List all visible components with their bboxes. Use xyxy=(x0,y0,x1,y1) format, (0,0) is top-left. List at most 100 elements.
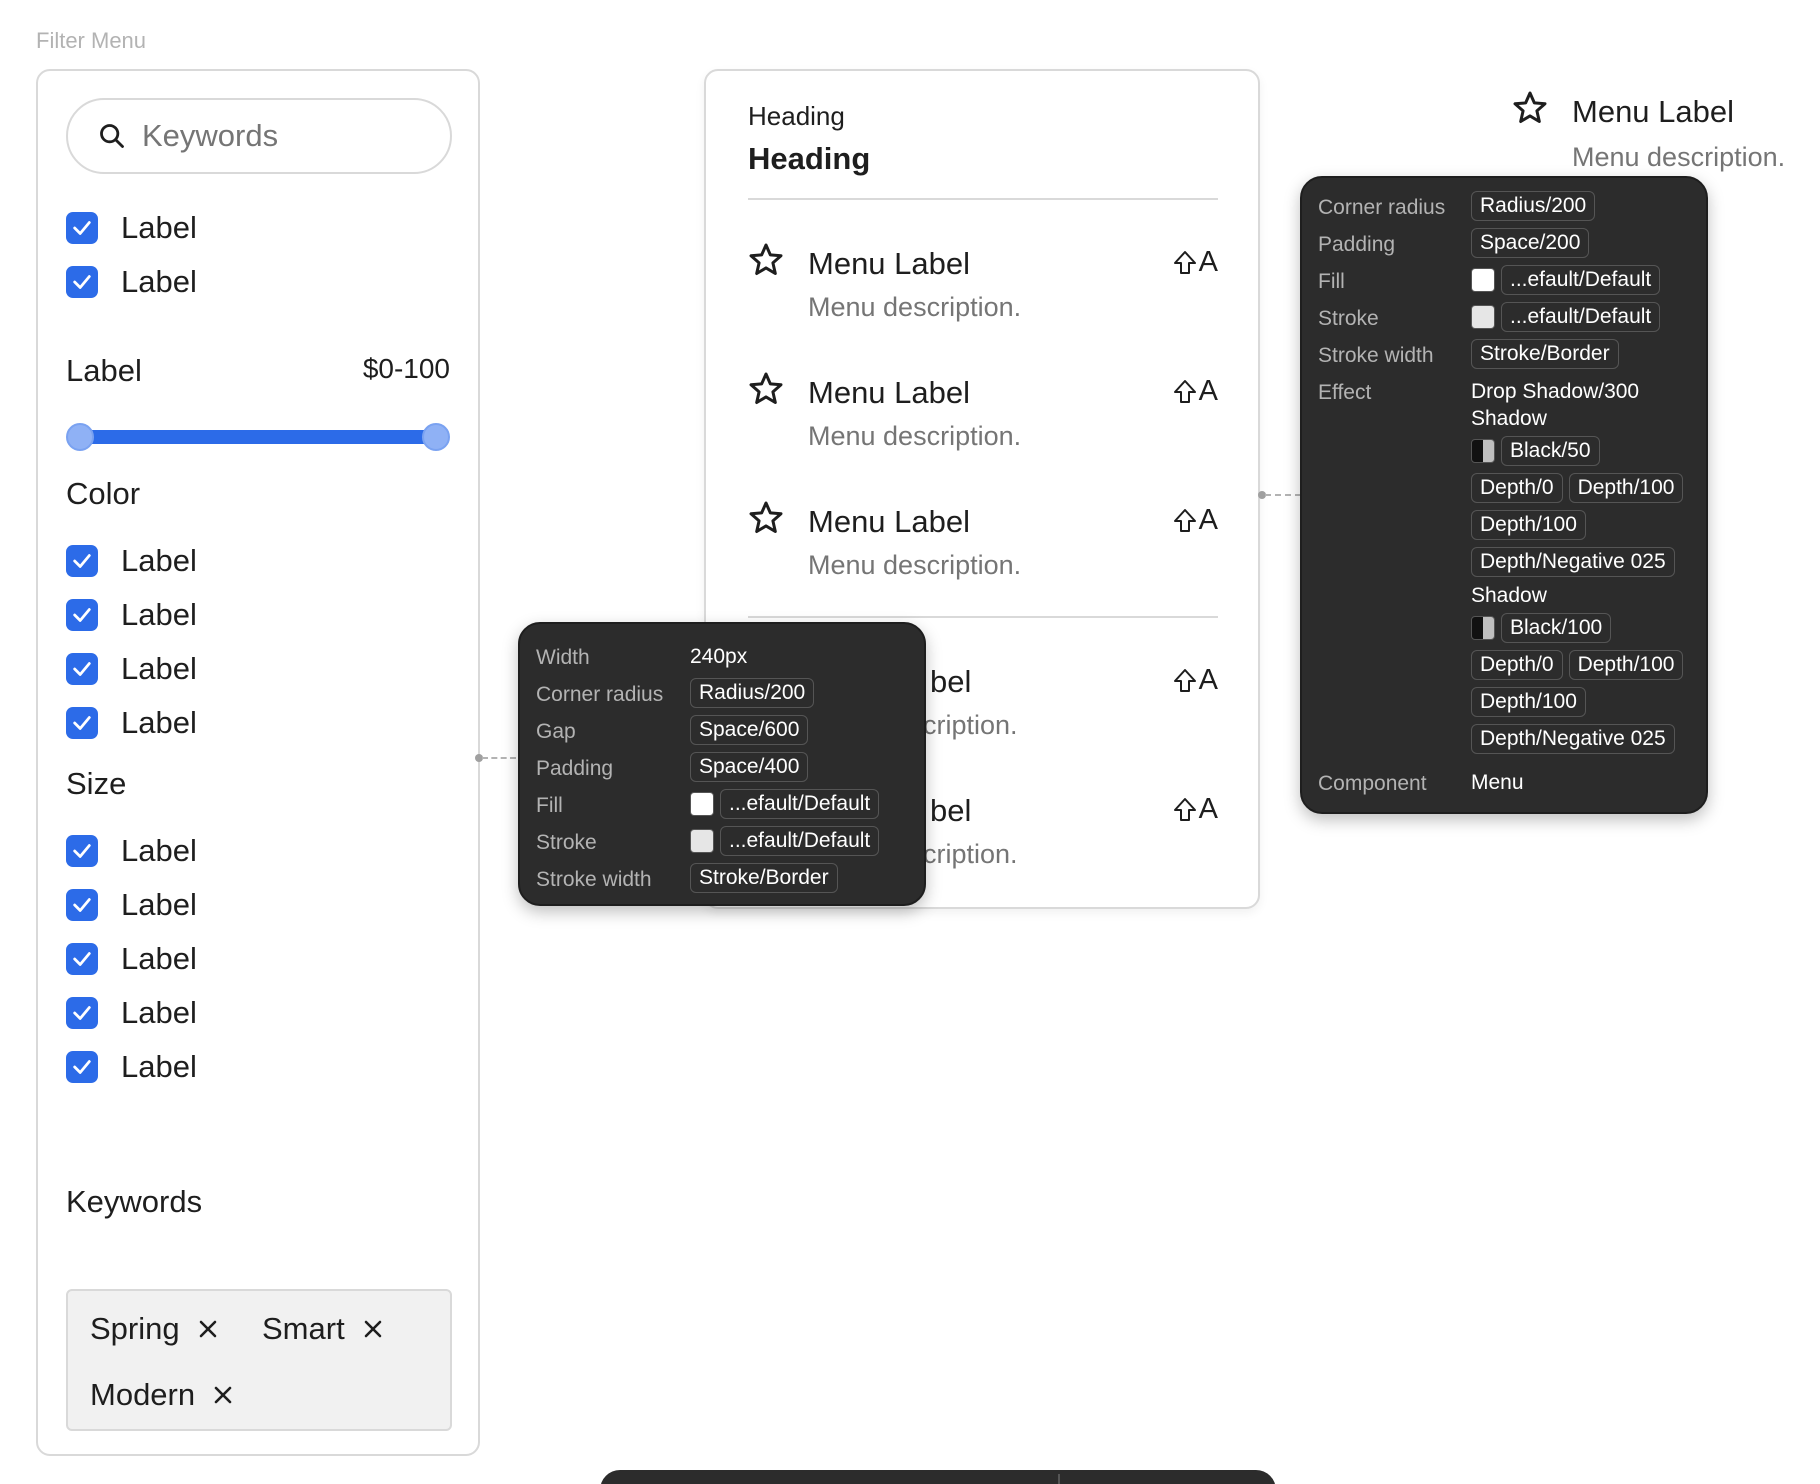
shortcut-key: A xyxy=(1198,504,1218,536)
token-pill[interactable]: Radius/200 xyxy=(1471,191,1596,221)
color-swatch xyxy=(1471,305,1495,329)
check-icon[interactable] xyxy=(66,653,98,685)
checkbox-item[interactable]: Label xyxy=(66,262,197,302)
price-slider-min-handle[interactable] xyxy=(66,423,94,451)
inspector-key: Corner radius xyxy=(1318,196,1446,219)
token-pill[interactable]: Depth/100 xyxy=(1568,650,1684,680)
checkbox-label: Label xyxy=(121,887,197,922)
checkbox-label: Label xyxy=(121,833,197,868)
check-icon[interactable] xyxy=(66,707,98,739)
inspector-row: Fill ...efault/Default xyxy=(536,788,912,822)
token-pill[interactable]: ...efault/Default xyxy=(1501,265,1661,295)
checkbox-item[interactable]: Label xyxy=(66,541,197,581)
token-pill[interactable]: ...efault/Default xyxy=(720,789,880,819)
token-pill[interactable]: Black/100 xyxy=(1501,613,1612,643)
checkbox-label: Label xyxy=(121,210,197,245)
price-slider-max-handle[interactable] xyxy=(422,423,450,451)
checkbox-item[interactable]: Label xyxy=(66,885,197,925)
color-swatch xyxy=(1471,616,1495,640)
menu-heading-small: Heading xyxy=(748,101,845,131)
keyword-tag-box: Spring Smart Modern xyxy=(66,1289,452,1431)
inspector-row: Padding Space/200 xyxy=(1318,227,1694,261)
checkbox-item[interactable]: Label xyxy=(66,208,197,248)
token-pill[interactable]: Space/200 xyxy=(1471,228,1590,258)
token-pill[interactable]: Stroke/Border xyxy=(1471,339,1619,369)
token-pill[interactable]: Black/50 xyxy=(1501,436,1600,466)
inspector-key: Component xyxy=(1318,772,1427,795)
token-pill[interactable]: Depth/Negative 025 xyxy=(1471,547,1675,577)
menu-item-description: cription. xyxy=(923,839,1018,869)
filter-panel: Keywords Label Label Label $0-100 Color … xyxy=(36,69,480,1456)
section-title-color: Color xyxy=(66,476,141,511)
tag-label: Smart xyxy=(262,1311,345,1346)
checkbox-label: Label xyxy=(121,264,197,299)
checkbox-label: Label xyxy=(121,1049,197,1084)
checkbox-item[interactable]: Label xyxy=(66,939,197,979)
token-pill[interactable]: Depth/100 xyxy=(1471,687,1586,717)
check-icon[interactable] xyxy=(66,266,98,298)
check-icon[interactable] xyxy=(66,599,98,631)
check-icon[interactable] xyxy=(66,1051,98,1083)
token-pill[interactable]: Depth/Negative 025 xyxy=(1471,724,1675,754)
checkbox-item[interactable]: Label xyxy=(66,649,197,689)
shift-arrow-icon xyxy=(1173,668,1197,694)
check-icon[interactable] xyxy=(66,212,98,244)
menu-heading: Heading xyxy=(748,141,871,176)
token-pill[interactable]: Depth/0 xyxy=(1471,473,1563,503)
color-swatch xyxy=(690,829,714,853)
menu-item-label: bel xyxy=(930,793,972,828)
toolbar-divider xyxy=(1058,1474,1060,1484)
divider xyxy=(748,198,1218,200)
inspector-key: Fill xyxy=(1318,270,1345,293)
check-icon[interactable] xyxy=(66,835,98,867)
checkbox-label: Label xyxy=(121,543,197,578)
star-icon xyxy=(748,371,784,407)
checkbox-item[interactable]: Label xyxy=(66,595,197,635)
star-icon xyxy=(1512,90,1548,126)
token-pill[interactable]: Radius/200 xyxy=(690,678,815,708)
inspector-row: Component Menu xyxy=(1318,766,1694,800)
tag-label: Spring xyxy=(90,1311,180,1346)
token-pill[interactable]: Stroke/Border xyxy=(690,863,838,893)
token-pill[interactable]: Space/400 xyxy=(690,752,809,782)
token-pill[interactable]: Depth/100 xyxy=(1568,473,1684,503)
token-pill[interactable]: Space/600 xyxy=(690,715,809,745)
price-slider-track[interactable] xyxy=(80,430,438,444)
shortcut-key: A xyxy=(1198,246,1218,278)
search-input[interactable]: Keywords xyxy=(66,98,452,174)
menu-item-label: Menu Label xyxy=(808,375,971,410)
close-icon[interactable] xyxy=(198,1319,218,1339)
token-pill[interactable]: Depth/100 xyxy=(1471,510,1586,540)
shortcut-key: A xyxy=(1198,664,1218,696)
section-title-keywords: Keywords xyxy=(66,1184,203,1219)
menu-item[interactable]: Menu Label Menu description. A xyxy=(748,494,1218,594)
checkbox-item[interactable]: Label xyxy=(66,993,197,1033)
menu-item-shortcut: A xyxy=(1173,246,1218,279)
shadow-title: Shadow xyxy=(1471,584,1547,607)
inspector-row: Width 240px xyxy=(536,640,912,674)
checkbox-item[interactable]: Label xyxy=(66,703,197,743)
inspector-key: Fill xyxy=(536,794,563,817)
check-icon[interactable] xyxy=(66,997,98,1029)
token-pill[interactable]: ...efault/Default xyxy=(1501,302,1661,332)
menu-item[interactable]: Menu Label Menu description. A xyxy=(748,236,1218,336)
checkbox-item[interactable]: Label xyxy=(66,1047,197,1087)
inspector-row: Corner radius Radius/200 xyxy=(1318,190,1694,224)
menu-item-shortcut: A xyxy=(1173,664,1218,697)
token-pill[interactable]: ...efault/Default xyxy=(720,826,880,856)
menu-item[interactable]: Menu Label Menu description. A xyxy=(748,365,1218,465)
check-icon[interactable] xyxy=(66,943,98,975)
inspector-key: Stroke xyxy=(536,831,597,854)
color-swatch xyxy=(1471,439,1495,463)
menu-item-description: Menu description. xyxy=(1572,142,1786,172)
close-icon[interactable] xyxy=(213,1385,233,1405)
check-icon[interactable] xyxy=(66,545,98,577)
inspector-row: Corner radius Radius/200 xyxy=(536,677,912,711)
close-icon[interactable] xyxy=(363,1319,383,1339)
menu-item-label: Menu Label xyxy=(1572,94,1735,129)
token-pill[interactable]: Depth/0 xyxy=(1471,650,1563,680)
checkbox-item[interactable]: Label xyxy=(66,831,197,871)
check-icon[interactable] xyxy=(66,889,98,921)
checkbox-label: Label xyxy=(121,597,197,632)
menu-item-standalone[interactable]: Menu Label Menu description. xyxy=(1512,90,1812,180)
